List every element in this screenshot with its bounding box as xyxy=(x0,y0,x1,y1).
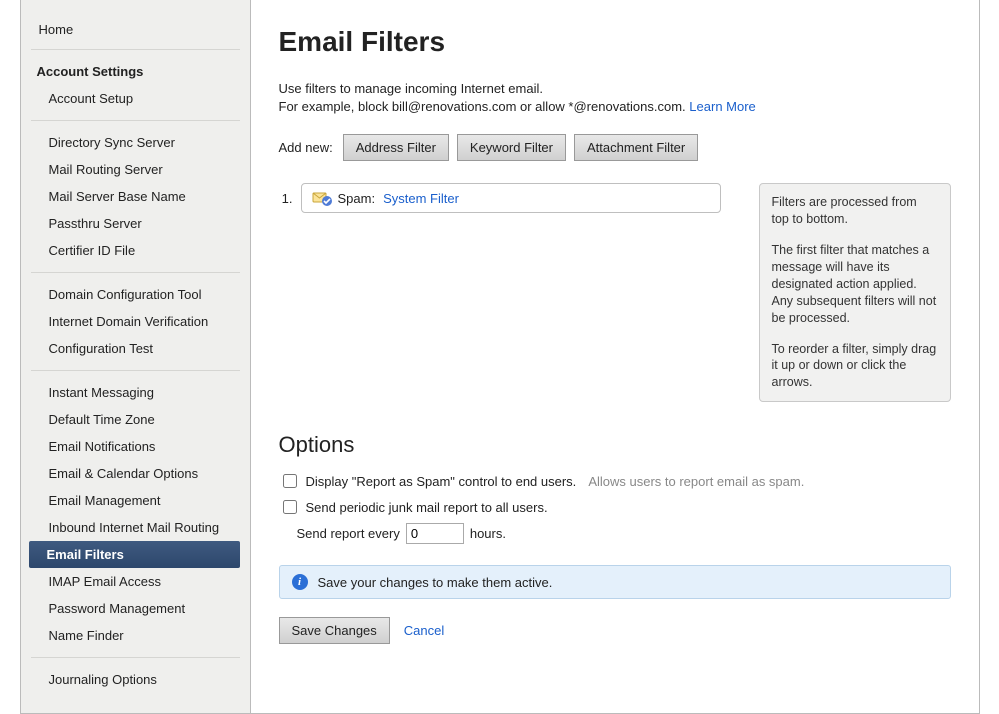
sidebar-item-internet-domain-verification[interactable]: Internet Domain Verification xyxy=(31,308,240,335)
sidebar-item-passthru-server[interactable]: Passthru Server xyxy=(31,210,240,237)
sidebar-item-configuration-test[interactable]: Configuration Test xyxy=(31,335,240,362)
divider xyxy=(31,272,240,273)
info-p3: To reorder a filter, simply drag it up o… xyxy=(772,341,938,392)
periodic-report-label: Send periodic junk mail report to all us… xyxy=(306,500,548,515)
periodic-report-checkbox[interactable] xyxy=(283,500,297,514)
info-box: Filters are processed from top to bottom… xyxy=(759,183,951,402)
save-changes-button[interactable]: Save Changes xyxy=(279,617,390,644)
add-new-label: Add new: xyxy=(279,140,333,155)
option-periodic-report: Send periodic junk mail report to all us… xyxy=(279,494,951,520)
filter-area: 1. Spam: System Filter xyxy=(279,183,951,402)
save-notice: i Save your changes to make them active. xyxy=(279,565,951,599)
sidebar-item-directory-sync-server[interactable]: Directory Sync Server xyxy=(31,129,240,156)
sidebar-item-certifier-id-file[interactable]: Certifier ID File xyxy=(31,237,240,264)
sidebar-item-email-filters[interactable]: Email Filters xyxy=(29,541,240,568)
divider xyxy=(31,49,240,50)
sidebar-item-name-finder[interactable]: Name Finder xyxy=(31,622,240,649)
send-every-pre: Send report every xyxy=(297,526,400,541)
sidebar-item-instant-messaging[interactable]: Instant Messaging xyxy=(31,379,240,406)
sidebar-item-imap-email-access[interactable]: IMAP Email Access xyxy=(31,568,240,595)
sidebar-item-mail-routing-server[interactable]: Mail Routing Server xyxy=(31,156,240,183)
sidebar-item-email-notifications[interactable]: Email Notifications xyxy=(31,433,240,460)
page-description: Use filters to manage incoming Internet … xyxy=(279,80,951,116)
sidebar-item-default-time-zone[interactable]: Default Time Zone xyxy=(31,406,240,433)
sidebar-item-journaling-options[interactable]: Journaling Options xyxy=(31,666,240,693)
option-report-interval: Send report every hours. xyxy=(297,520,951,547)
info-p2: The first filter that matches a message … xyxy=(772,242,938,326)
divider xyxy=(31,120,240,121)
cancel-link[interactable]: Cancel xyxy=(404,623,444,638)
keyword-filter-button[interactable]: Keyword Filter xyxy=(457,134,566,161)
mail-filter-icon xyxy=(312,190,330,206)
filter-number: 1. xyxy=(279,191,293,206)
divider xyxy=(31,370,240,371)
filter-link[interactable]: System Filter xyxy=(383,191,459,206)
info-p1: Filters are processed from top to bottom… xyxy=(772,194,938,228)
sidebar-home[interactable]: Home xyxy=(31,18,240,41)
desc-line-2: For example, block bill@renovations.com … xyxy=(279,99,686,114)
desc-line-1: Use filters to manage incoming Internet … xyxy=(279,81,543,96)
filter-list: 1. Spam: System Filter xyxy=(279,183,723,213)
add-new-row: Add new: Address Filter Keyword Filter A… xyxy=(279,134,951,161)
option-display-spam: Display "Report as Spam" control to end … xyxy=(279,468,951,494)
filter-card[interactable]: Spam: System Filter xyxy=(301,183,721,213)
report-hours-input[interactable] xyxy=(406,523,464,544)
display-spam-checkbox[interactable] xyxy=(283,474,297,488)
sidebar-item-account-setup[interactable]: Account Setup xyxy=(31,85,240,112)
sidebar-item-mail-server-base-name[interactable]: Mail Server Base Name xyxy=(31,183,240,210)
sidebar: Home Account Settings Account Setup Dire… xyxy=(21,0,251,713)
display-spam-label: Display "Report as Spam" control to end … xyxy=(306,474,577,489)
action-row: Save Changes Cancel xyxy=(279,617,951,644)
sidebar-item-domain-configuration-tool[interactable]: Domain Configuration Tool xyxy=(31,281,240,308)
sidebar-section-title: Account Settings xyxy=(31,58,240,85)
sidebar-item-inbound-internet-mail-routing[interactable]: Inbound Internet Mail Routing xyxy=(31,514,240,541)
address-filter-button[interactable]: Address Filter xyxy=(343,134,449,161)
main-content: Email Filters Use filters to manage inco… xyxy=(251,0,979,713)
learn-more-link[interactable]: Learn More xyxy=(689,99,755,114)
display-spam-hint: Allows users to report email as spam. xyxy=(588,474,804,489)
info-icon: i xyxy=(292,574,308,590)
send-every-post: hours. xyxy=(470,526,506,541)
sidebar-item-email-calendar-options[interactable]: Email & Calendar Options xyxy=(31,460,240,487)
filter-row: 1. Spam: System Filter xyxy=(279,183,723,213)
app-frame: Home Account Settings Account Setup Dire… xyxy=(20,0,980,714)
attachment-filter-button[interactable]: Attachment Filter xyxy=(574,134,698,161)
filter-label: Spam: xyxy=(338,191,376,206)
sidebar-item-email-management[interactable]: Email Management xyxy=(31,487,240,514)
options-heading: Options xyxy=(279,432,951,458)
page-title: Email Filters xyxy=(279,26,951,58)
notice-text: Save your changes to make them active. xyxy=(318,575,553,590)
sidebar-item-password-management[interactable]: Password Management xyxy=(31,595,240,622)
